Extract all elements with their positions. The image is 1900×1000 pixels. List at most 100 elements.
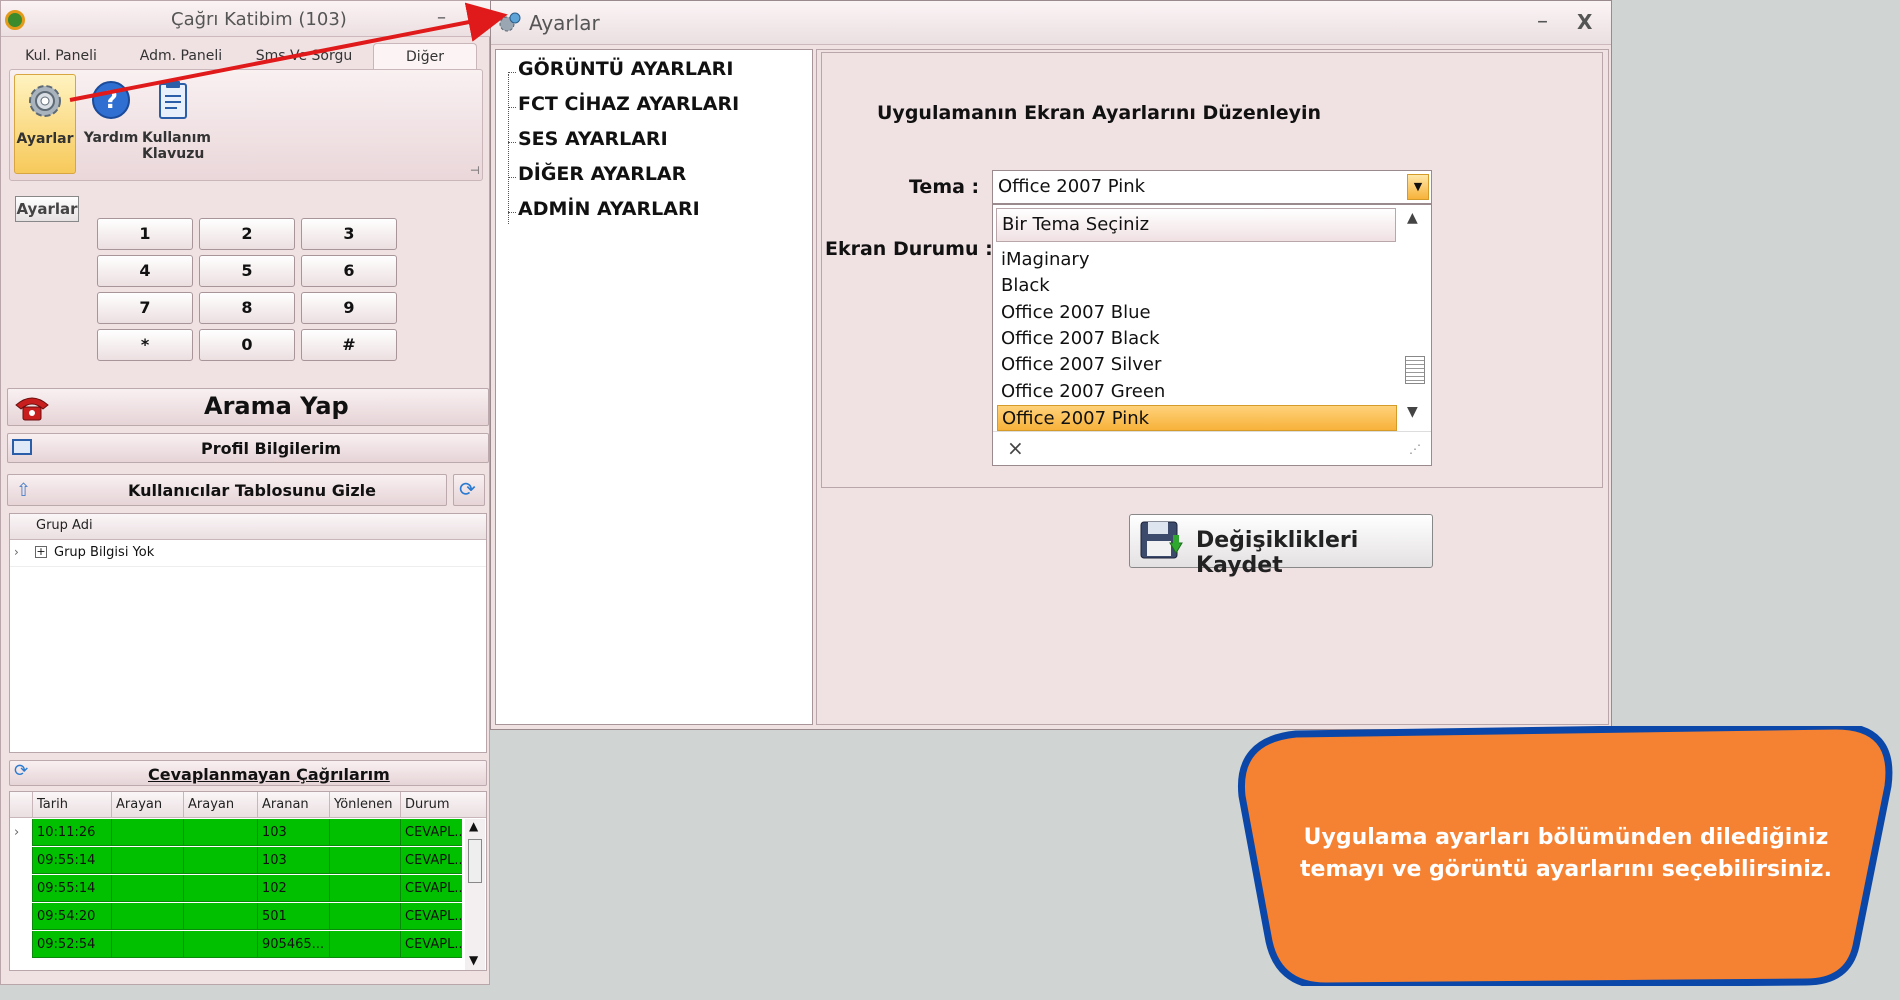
dropdown-option-selected[interactable]: Office 2007 Pink bbox=[997, 404, 1397, 431]
main-window: Çağrı Katibim (103) – X Kul. Paneli Adm.… bbox=[0, 0, 491, 985]
call-button[interactable]: Arama Yap bbox=[7, 388, 489, 426]
column-header[interactable]: Durum bbox=[400, 792, 462, 818]
keypad-key[interactable]: 7 bbox=[97, 292, 193, 324]
settings-close-button[interactable]: X bbox=[1577, 10, 1592, 34]
dropdown-scroll-thumb[interactable] bbox=[1405, 356, 1425, 384]
missed-grid-body: › 10:11:26 103 CEVAPL... 09:55:14 103 CEVAPL..… bbox=[10, 819, 462, 970]
table-cell: 102 bbox=[257, 875, 329, 902]
pointer-arrow bbox=[69, 2, 508, 102]
table-cell: 09:52:54 bbox=[32, 931, 111, 958]
table-row[interactable]: › 10:11:26 103 CEVAPL... bbox=[10, 819, 462, 846]
table-row[interactable]: 09:55:14 103 CEVAPL... bbox=[10, 847, 462, 874]
chevron-down-icon[interactable]: ▼ bbox=[1407, 174, 1429, 200]
dropdown-close-icon[interactable]: × bbox=[1007, 436, 1024, 460]
table-row[interactable]: 09:55:14 102 CEVAPL... bbox=[10, 875, 462, 902]
keypad-key[interactable]: 2 bbox=[199, 218, 295, 250]
keypad-key[interactable]: # bbox=[301, 329, 397, 361]
table-cell bbox=[111, 819, 183, 846]
info-callout: Uygulama ayarları bölümünden dilediğiniz… bbox=[1236, 726, 1898, 986]
save-changes-button[interactable]: Değişiklikleri Kaydet bbox=[1129, 514, 1433, 578]
missed-grid-header: Tarih Arayan Arayan Aranan Yönlenen Durum bbox=[10, 792, 486, 818]
column-header[interactable]: Arayan bbox=[111, 792, 183, 818]
keypad-key[interactable]: 4 bbox=[97, 255, 193, 287]
ribbon-pin-icon[interactable]: ⊣ bbox=[470, 164, 480, 177]
dropdown-option[interactable]: Office 2007 Silver bbox=[997, 352, 1397, 378]
tree-connector bbox=[508, 177, 516, 178]
scroll-up-icon[interactable]: ▲ bbox=[469, 819, 478, 833]
dropdown-option[interactable]: Office 2007 Black bbox=[997, 326, 1397, 352]
dropdown-header[interactable]: Bir Tema Seçiniz bbox=[996, 208, 1396, 242]
table-cell bbox=[183, 847, 257, 874]
tree-item[interactable]: DİĞER AYARLAR bbox=[518, 163, 686, 185]
scroll-down-icon[interactable]: ▼ bbox=[469, 953, 478, 967]
profile-button-label: Profil Bilgilerim bbox=[201, 439, 342, 458]
table-row[interactable]: › + Grup Bilgisi Yok bbox=[10, 541, 486, 567]
tree-item[interactable]: ADMİN AYARLARI bbox=[518, 198, 700, 220]
table-cell: CEVAPL... bbox=[400, 931, 462, 958]
dropdown-option[interactable]: Office 2007 Green bbox=[997, 379, 1397, 405]
table-cell bbox=[329, 847, 400, 874]
keypad-key[interactable]: 6 bbox=[301, 255, 397, 287]
keypad-key[interactable]: 3 bbox=[301, 218, 397, 250]
tree-item[interactable]: GÖRÜNTÜ AYARLARI bbox=[518, 58, 733, 80]
table-cell bbox=[329, 903, 400, 930]
settings-window-title: Ayarlar bbox=[529, 11, 600, 35]
dropdown-footer: × ⋰ bbox=[993, 431, 1431, 465]
table-row[interactable]: 09:54:20 501 CEVAPL... bbox=[10, 903, 462, 930]
row-indicator-icon: › bbox=[14, 545, 19, 559]
theme-select[interactable]: Office 2007 Pink ▼ bbox=[992, 170, 1432, 204]
keypad: 1 2 3 4 5 6 7 8 9 * 0 # bbox=[97, 218, 397, 362]
dropdown-option[interactable]: iMaginary bbox=[997, 247, 1397, 273]
callout-text: Uygulama ayarları bölümünden dilediğiniz… bbox=[1300, 825, 1832, 882]
call-button-label: Arama Yap bbox=[204, 392, 349, 420]
table-cell bbox=[183, 875, 257, 902]
table-cell bbox=[111, 903, 183, 930]
row-indicator-icon: › bbox=[14, 825, 20, 840]
keypad-key[interactable]: 9 bbox=[301, 292, 397, 324]
dropdown-option[interactable]: Office 2007 Blue bbox=[997, 300, 1397, 326]
dropdown-scroll-up-icon[interactable]: ▲ bbox=[1407, 210, 1418, 226]
dropdown-scrollbar[interactable]: ▲ ▼ bbox=[1401, 208, 1429, 430]
column-header[interactable]: Aranan bbox=[257, 792, 329, 818]
column-header[interactable]: Tarih bbox=[32, 792, 111, 818]
table-cell: 905465... bbox=[257, 931, 329, 958]
refresh-icon: ⟳ bbox=[459, 477, 476, 501]
save-disk-icon bbox=[1140, 521, 1183, 559]
settings-heading: Uygulamanın Ekran Ayarlarını Düzenleyin bbox=[877, 102, 1322, 124]
ayarlar-ribbon-label: Ayarlar bbox=[16, 131, 74, 147]
column-header[interactable]: Yönlenen bbox=[329, 792, 400, 818]
settings-tree: GÖRÜNTÜ AYARLARI FCT CİHAZ AYARLARI SES AY… bbox=[495, 49, 813, 725]
dropdown-option[interactable]: Black bbox=[997, 273, 1397, 299]
table-cell: CEVAPL... bbox=[400, 903, 462, 930]
table-cell: 103 bbox=[257, 819, 329, 846]
column-header[interactable]: Arayan bbox=[183, 792, 257, 818]
settings-window: Ayarlar – X GÖRÜNTÜ AYARLARI FCT CİHAZ AY… bbox=[490, 0, 1612, 730]
missed-grid-scrollbar[interactable]: ▲ ▼ bbox=[465, 819, 485, 970]
table-cell: 501 bbox=[257, 903, 329, 930]
refresh-small-icon[interactable]: ⟳ bbox=[14, 761, 28, 781]
table-row[interactable]: 09:52:54 905465... CEVAPL... bbox=[10, 931, 462, 958]
keypad-key[interactable]: 8 bbox=[199, 292, 295, 324]
table-cell bbox=[183, 931, 257, 958]
expand-icon[interactable]: + bbox=[35, 546, 47, 558]
table-cell: 09:54:20 bbox=[32, 903, 111, 930]
tree-item[interactable]: FCT CİHAZ AYARLARI bbox=[518, 93, 739, 115]
column-header-grup-adi[interactable]: Grup Adi bbox=[36, 518, 93, 533]
scroll-thumb[interactable] bbox=[468, 839, 482, 883]
users-grid: Grup Adi › + Grup Bilgisi Yok bbox=[9, 513, 487, 753]
users-table-toggle[interactable]: ⇧ Kullanıcılar Tablosunu Gizle bbox=[7, 474, 447, 506]
keypad-key[interactable]: 0 bbox=[199, 329, 295, 361]
ayarlar-tooltip: Ayarlar bbox=[15, 196, 79, 222]
keypad-key[interactable]: * bbox=[97, 329, 193, 361]
refresh-button[interactable]: ⟳ bbox=[453, 474, 485, 506]
dropdown-scroll-down-icon[interactable]: ▼ bbox=[1407, 404, 1418, 420]
settings-minimize-button[interactable]: – bbox=[1537, 9, 1548, 34]
resize-grip-icon[interactable]: ⋰ bbox=[1409, 442, 1421, 456]
tree-item[interactable]: SES AYARLARI bbox=[518, 128, 668, 150]
theme-label: Tema : bbox=[909, 176, 980, 198]
keypad-key[interactable]: 1 bbox=[97, 218, 193, 250]
profile-button[interactable]: Profil Bilgilerim bbox=[7, 433, 489, 463]
grup-row-label: Grup Bilgisi Yok bbox=[54, 545, 155, 560]
screen-mode-label: Ekran Durumu : bbox=[825, 238, 993, 260]
keypad-key[interactable]: 5 bbox=[199, 255, 295, 287]
